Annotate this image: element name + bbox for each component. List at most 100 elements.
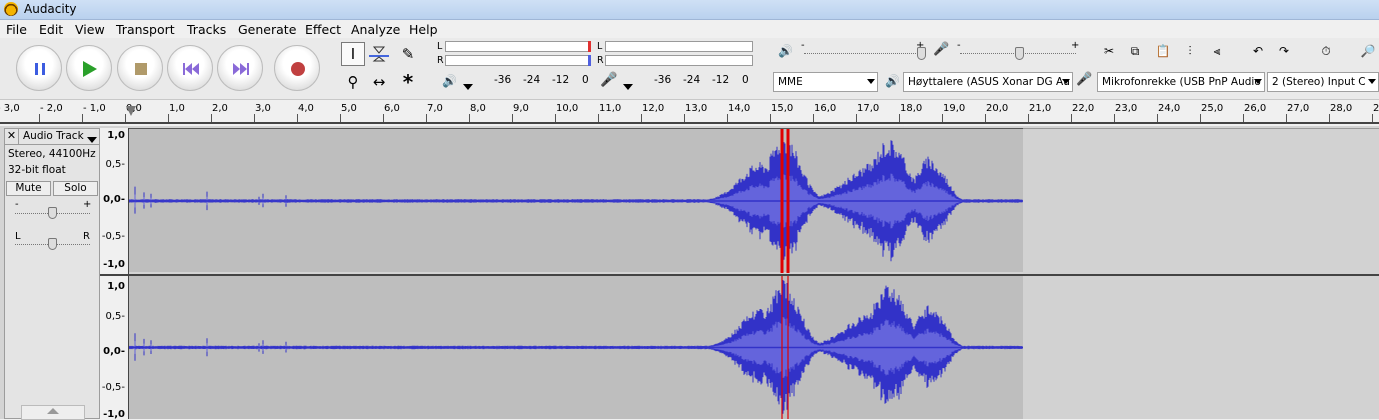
menu-edit[interactable]: Edit	[39, 22, 63, 37]
output-volume-slider[interactable]	[804, 53, 920, 54]
timeline-ruler[interactable]: - 3,0- 2,0- 1,00,01,02,03,04,05,06,07,08…	[0, 100, 1379, 124]
ruler-tick-label: - 2,0	[40, 103, 63, 114]
skip-to-start-button[interactable]	[167, 45, 213, 91]
ruler-tick	[512, 114, 513, 122]
menu-generate[interactable]: Generate	[238, 22, 296, 37]
skip-to-end-icon	[218, 46, 264, 92]
ruler-tick	[297, 114, 298, 122]
audacity-logo-icon	[4, 2, 18, 16]
input-device-select[interactable]: Mikrofonrekke (USB PnP Audio	[1097, 72, 1265, 92]
input-slider-min: -	[957, 40, 961, 51]
ruler-tick	[82, 114, 83, 122]
ruler-tick	[39, 114, 40, 122]
zoom-in-icon[interactable]: 🔎	[1357, 42, 1379, 60]
gain-slider-thumb[interactable]	[48, 207, 57, 219]
menu-effect[interactable]: Effect	[305, 22, 341, 37]
sync-lock-icon[interactable]: ⏱	[1315, 42, 1337, 60]
input-volume-thumb[interactable]	[1015, 47, 1024, 60]
track-name-menu[interactable]: Audio Track	[23, 130, 84, 142]
chevron-down-icon	[867, 79, 875, 84]
selection-tool[interactable]: I	[341, 42, 365, 66]
ruler-tick	[383, 114, 384, 122]
playback-meter-r-label: R	[437, 55, 444, 66]
amplitude-label: 0,0-	[103, 194, 125, 205]
ruler-tick-label: 13,0	[685, 103, 708, 114]
output-device-select[interactable]: Høyttalere (ASUS Xonar DG Au	[903, 72, 1073, 92]
pause-button[interactable]	[16, 45, 62, 91]
left-waveform-svg	[129, 129, 1023, 273]
track-menu-arrow-icon[interactable]	[87, 133, 97, 147]
menu-view[interactable]: View	[75, 22, 105, 37]
zoom-tool[interactable]: ⚲	[341, 70, 365, 94]
pan-right-label: R	[83, 231, 90, 242]
undo-icon[interactable]: ↶	[1247, 42, 1269, 60]
playback-meter-right[interactable]	[445, 55, 591, 66]
output-volume-thumb[interactable]	[917, 47, 926, 60]
menu-tracks[interactable]: Tracks	[187, 22, 226, 37]
input-volume-mic-icon: 🎤	[933, 42, 950, 57]
draw-tool[interactable]: ✎	[396, 42, 420, 66]
scale-label: -36	[494, 74, 512, 86]
record-meter-menu-arrow[interactable]	[622, 80, 634, 94]
left-channel-waveform[interactable]	[129, 128, 1023, 273]
play-button[interactable]	[66, 45, 112, 91]
time-shift-tool[interactable]: ↔	[367, 70, 391, 94]
ruler-tick	[641, 114, 642, 122]
gain-min-label: -	[15, 199, 19, 210]
record-button[interactable]	[274, 45, 320, 91]
right-waveform-svg	[129, 276, 1023, 419]
silence-icon[interactable]: ⫷	[1206, 42, 1228, 60]
menu-analyze[interactable]: Analyze	[351, 22, 400, 37]
track-control-panel: ✕ Audio Track Stereo, 44100Hz 32-bit flo…	[4, 128, 100, 420]
skip-to-end-button[interactable]	[217, 45, 263, 91]
stop-button[interactable]	[117, 45, 163, 91]
amplitude-label: -1,0	[103, 409, 125, 420]
ruler-tick-label: 11,0	[599, 103, 622, 114]
record-meter-left[interactable]	[605, 41, 753, 52]
scale-label: -24	[523, 74, 541, 86]
right-channel-waveform[interactable]	[129, 276, 1023, 419]
ruler-tick	[1243, 114, 1244, 122]
magnifier-icon: ⚲	[347, 73, 359, 91]
menu-bar: File Edit View Transport Tracks Generate…	[0, 20, 1379, 38]
ruler-tick-label: 18,0	[900, 103, 923, 114]
output-slider-min: -	[801, 40, 805, 51]
output-device-value: Høyttalere (ASUS Xonar DG Au	[908, 76, 1070, 88]
input-channels-select[interactable]: 2 (Stereo) Input C	[1267, 72, 1379, 92]
envelope-icon	[369, 46, 389, 62]
pan-slider-thumb[interactable]	[48, 238, 57, 250]
trim-icon[interactable]: ⫶	[1179, 42, 1201, 60]
redo-icon[interactable]: ↷	[1273, 42, 1295, 60]
ruler-tick	[1114, 114, 1115, 122]
solo-button[interactable]: Solo	[53, 181, 98, 196]
audio-host-select[interactable]: MME	[773, 72, 878, 92]
copy-icon[interactable]: ⧉	[1124, 42, 1146, 60]
playback-meter-left[interactable]	[445, 41, 591, 52]
scale-label: 0	[742, 74, 749, 86]
microphone-icon[interactable]: 🎤	[600, 72, 617, 88]
track-format: Stereo, 44100Hz	[8, 148, 96, 160]
record-meter-right[interactable]	[605, 55, 753, 66]
input-device-mic-icon: 🎤	[1076, 72, 1093, 87]
mute-button[interactable]: Mute	[6, 181, 51, 196]
collapse-track-button[interactable]	[21, 405, 85, 420]
speaker-icon[interactable]: 🔊	[442, 74, 457, 88]
paste-icon[interactable]: 📋	[1152, 42, 1174, 60]
chevron-down-icon	[1368, 79, 1376, 84]
play-position-marker[interactable]	[126, 106, 136, 116]
multi-tool[interactable]: *	[396, 70, 420, 94]
menu-file[interactable]: File	[6, 22, 27, 37]
ruler-tick-label: 23,0	[1115, 103, 1138, 114]
pan-left-label: L	[15, 231, 21, 242]
amplitude-label: 0,5-	[105, 311, 125, 322]
gain-max-label: +	[83, 199, 92, 210]
close-track-icon[interactable]: ✕	[5, 129, 19, 144]
cut-icon[interactable]: ✂	[1098, 42, 1120, 60]
menu-help[interactable]: Help	[409, 22, 438, 37]
record-meter-r-label: R	[597, 55, 604, 66]
menu-transport[interactable]: Transport	[116, 22, 175, 37]
ruler-tick	[942, 114, 943, 122]
ruler-tick	[1200, 114, 1201, 122]
envelope-tool[interactable]	[367, 42, 391, 66]
playback-meter-menu-arrow[interactable]	[462, 80, 474, 94]
